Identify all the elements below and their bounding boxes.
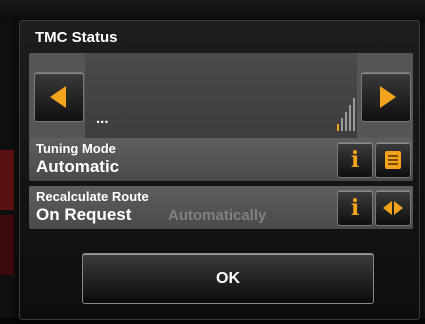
list-icon <box>385 151 401 169</box>
background-map-edge <box>0 215 14 275</box>
recalculate-route-row: Recalculate Route On Request Automatical… <box>29 186 413 229</box>
recalculate-route-info-button[interactable]: i <box>337 190 373 226</box>
arrow-left-icon <box>49 86 66 108</box>
ok-button[interactable]: OK <box>82 253 374 304</box>
next-station-button[interactable] <box>361 72 411 122</box>
tmc-station-selector: ... <box>29 53 413 139</box>
toggle-arrows-icon <box>383 201 403 215</box>
dialog-title: TMC Status <box>35 29 118 46</box>
recalculate-route-alternate-value: Automatically <box>168 207 267 224</box>
tuning-mode-row: Tuning Mode Automatic i <box>29 138 413 181</box>
background-header <box>0 0 425 22</box>
background-map-edge <box>0 150 14 210</box>
previous-station-button[interactable] <box>34 72 84 122</box>
tuning-mode-list-button[interactable] <box>375 142 411 178</box>
station-status-text: ... <box>96 110 109 127</box>
recalculate-route-label: Recalculate Route <box>36 189 149 204</box>
arrow-right-icon <box>379 86 396 108</box>
info-icon: i <box>350 147 360 173</box>
tuning-mode-value: Automatic <box>36 157 120 176</box>
info-icon: i <box>350 195 360 221</box>
station-display <box>85 53 357 139</box>
recalculate-route-toggle-button[interactable] <box>375 190 411 226</box>
tuning-mode-info-button[interactable]: i <box>337 142 373 178</box>
screen: TMC Status ... Tuning Mode Automatic i R… <box>0 0 425 324</box>
signal-strength-icon <box>337 97 357 131</box>
tmc-status-dialog: TMC Status ... Tuning Mode Automatic i R… <box>19 20 420 320</box>
recalculate-route-value: On Request <box>36 205 132 224</box>
tuning-mode-label: Tuning Mode <box>36 141 116 156</box>
